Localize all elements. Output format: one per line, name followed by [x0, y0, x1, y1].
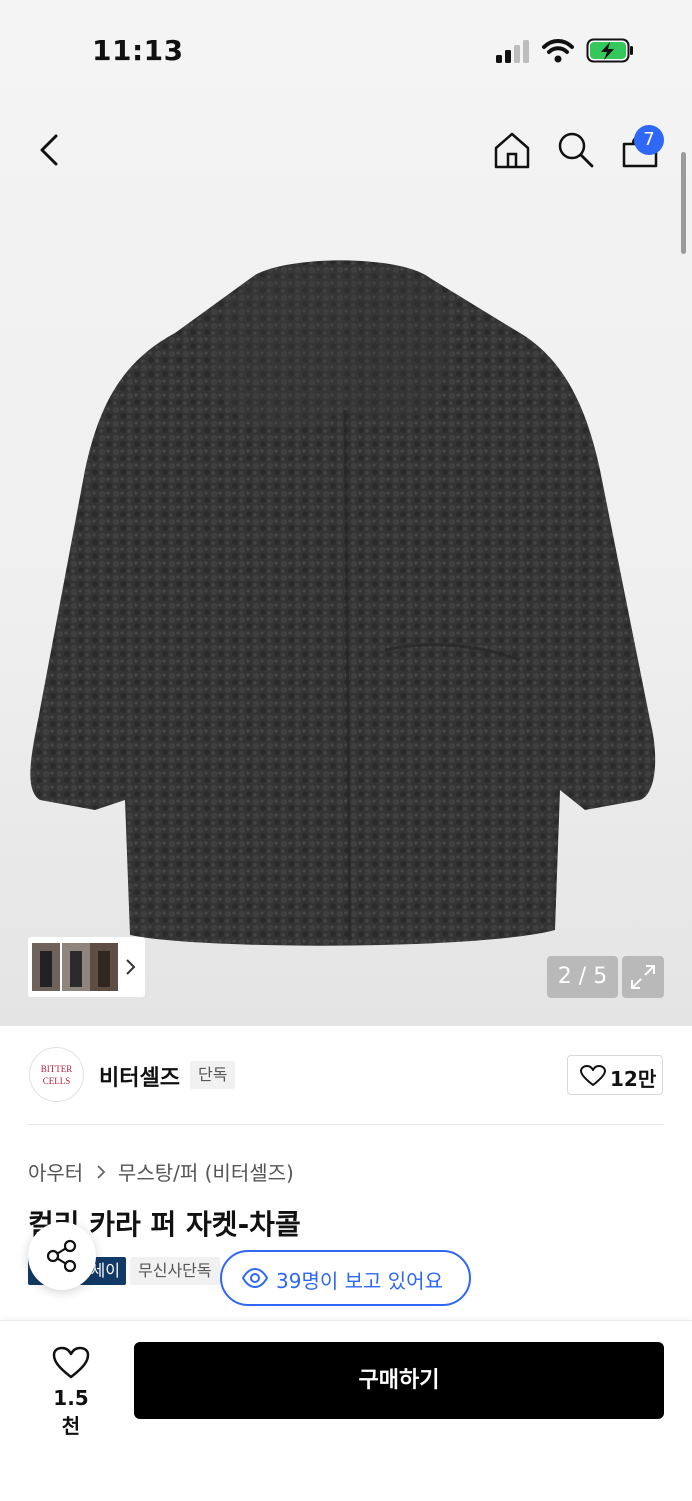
live-viewers-text: 39명이 보고 있어요 — [276, 1269, 443, 1293]
chevron-right-icon — [96, 1160, 106, 1184]
heart-icon — [580, 1065, 606, 1086]
expand-image-button[interactable] — [622, 956, 664, 998]
exclusive-badge: 단독 — [190, 1061, 236, 1089]
live-viewers-pill: 39명이 보고 있어요 — [220, 1250, 471, 1306]
brand-name[interactable]: 비터셀즈 — [99, 1060, 180, 1092]
breadcrumb-category[interactable]: 아우터 — [28, 1161, 83, 1185]
divider — [28, 1124, 664, 1125]
share-icon — [46, 1239, 77, 1273]
thumbnail-strip[interactable] — [28, 937, 145, 997]
thumbnail-image — [32, 943, 136, 991]
gallery-page-indicator: 2 / 5 — [547, 956, 618, 998]
status-bar: 11:13 — [0, 0, 692, 100]
brand-like-count: 12만 — [610, 1067, 657, 1091]
battery-charging-icon — [586, 38, 633, 63]
breadcrumb: 아우터 무스탕/퍼 (비터셀즈) — [28, 1157, 294, 1186]
chevron-right-icon — [126, 959, 136, 975]
scrollbar[interactable] — [681, 152, 686, 254]
status-time: 11:13 — [92, 34, 184, 67]
musinsa-exclusive-tag: 무신사단독 — [130, 1257, 220, 1285]
eye-icon — [242, 1268, 268, 1288]
cellular-signal-icon — [496, 40, 529, 63]
share-button[interactable] — [28, 1222, 96, 1290]
back-arrow-icon[interactable] — [36, 134, 64, 166]
wishlist-heart-icon[interactable] — [52, 1346, 90, 1380]
brand-logo[interactable]: BITTER CELLS — [29, 1047, 84, 1102]
search-icon[interactable] — [556, 130, 596, 170]
brand-like-button[interactable]: 12만 — [567, 1055, 663, 1095]
wishlist-count: 1.5천 — [53, 1386, 89, 1438]
buy-button[interactable]: 구매하기 — [134, 1342, 664, 1419]
cart-count-badge: 7 — [634, 125, 664, 155]
home-icon[interactable] — [492, 130, 532, 170]
breadcrumb-subcategory[interactable]: 무스탕/퍼 (비터셀즈) — [118, 1161, 294, 1185]
expand-icon — [631, 965, 655, 989]
wifi-icon — [542, 39, 574, 63]
